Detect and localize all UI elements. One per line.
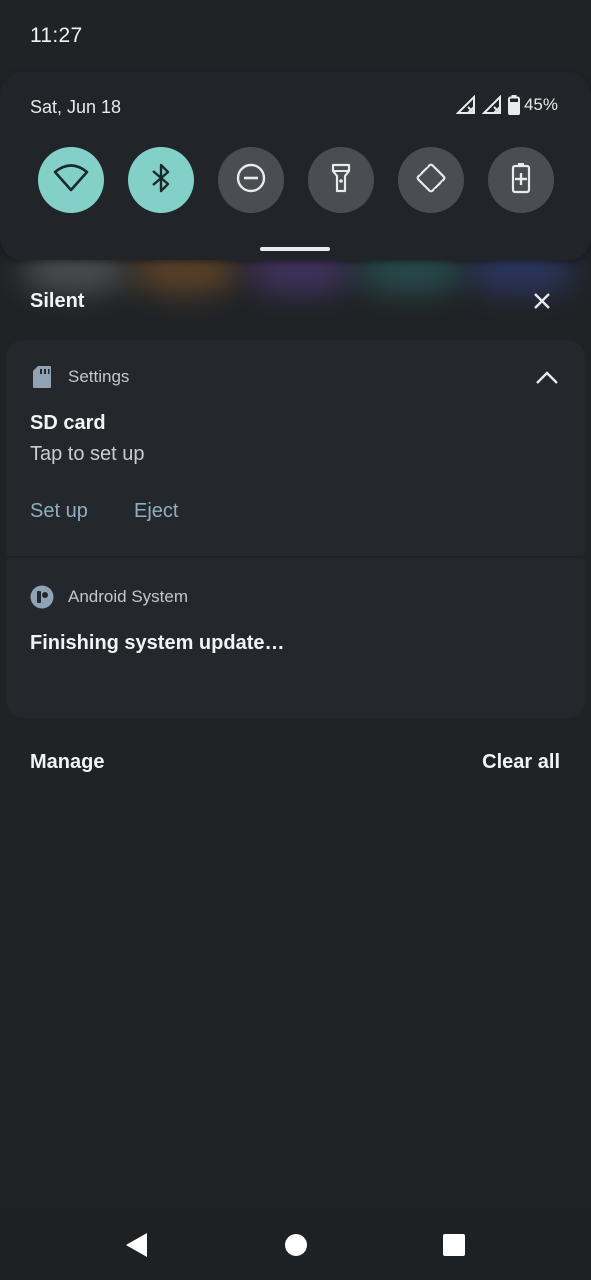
blurred-background — [0, 248, 591, 328]
bluetooth-tile[interactable] — [128, 147, 194, 213]
notification-title: SD card — [30, 412, 106, 434]
bluetooth-icon — [150, 162, 172, 199]
notification-app-row: Android System — [30, 585, 188, 609]
notification-group: Settings SD card Tap to set up Set up Ej… — [6, 340, 585, 718]
quick-settings-tiles — [38, 147, 554, 213]
system-update-notification[interactable]: Android System Finishing system update… — [6, 558, 585, 718]
notification-app-name: Settings — [68, 367, 130, 386]
chevron-up-icon[interactable] — [535, 366, 559, 390]
manage-button[interactable]: Manage — [30, 751, 104, 774]
navigation-bar — [0, 1208, 591, 1280]
drag-handle[interactable] — [260, 247, 330, 251]
auto-rotate-tile[interactable] — [398, 147, 464, 213]
clear-all-button[interactable]: Clear all — [482, 751, 560, 774]
notification-app-row: Settings — [30, 365, 129, 389]
flashlight-tile[interactable] — [308, 147, 374, 213]
qs-date[interactable]: Sat, Jun 18 — [30, 97, 121, 118]
sd-card-icon — [30, 365, 54, 389]
quick-settings-panel: Sat, Jun 18 45% — [0, 72, 591, 260]
signal-no-service-icon — [481, 95, 504, 115]
do-not-disturb-tile[interactable] — [218, 147, 284, 213]
status-bar-time: 11:27 — [30, 24, 83, 47]
notification-title: Finishing system update… — [30, 632, 285, 654]
recents-icon[interactable] — [441, 1232, 467, 1258]
home-icon[interactable] — [283, 1232, 309, 1258]
notification-app-name: Android System — [68, 587, 188, 606]
auto-rotate-icon — [414, 161, 448, 200]
flashlight-icon — [330, 162, 352, 199]
battery-icon — [507, 95, 520, 115]
signal-no-service-icon — [455, 95, 478, 115]
section-title-silent: Silent — [30, 290, 85, 312]
sd-card-notification[interactable]: Settings SD card Tap to set up Set up Ej… — [6, 340, 585, 556]
eject-button[interactable]: Eject — [134, 500, 178, 523]
battery-saver-tile[interactable] — [488, 147, 554, 213]
back-icon[interactable] — [124, 1232, 150, 1258]
notification-text: Tap to set up — [30, 443, 145, 465]
do-not-disturb-icon — [235, 162, 267, 199]
battery-saver-icon — [511, 162, 531, 199]
set-up-button[interactable]: Set up — [30, 500, 88, 523]
wifi-icon — [53, 163, 89, 198]
android-system-icon — [30, 585, 54, 609]
battery-percent: 45% — [523, 95, 558, 114]
close-icon[interactable] — [531, 290, 553, 312]
wifi-tile[interactable] — [38, 147, 104, 213]
qs-status-icons: 45% — [455, 95, 558, 115]
notification-shade: 11:27 Sat, Jun 18 45% Silent Settings SD… — [0, 0, 591, 1280]
